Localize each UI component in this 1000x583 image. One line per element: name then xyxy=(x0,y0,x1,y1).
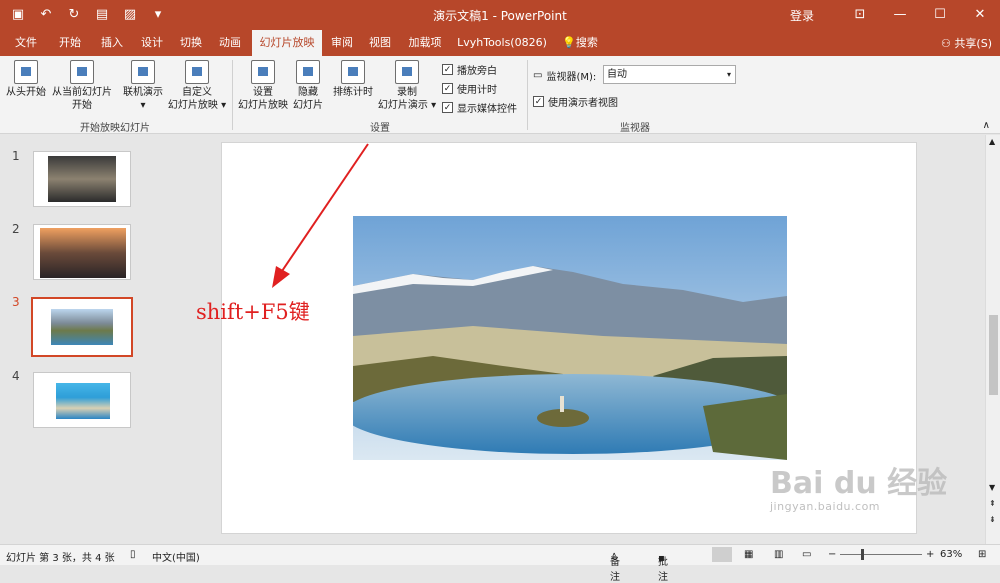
tab-home[interactable]: 开始 xyxy=(52,30,88,56)
chevron-down-icon: ▾ xyxy=(726,70,731,79)
scroll-down-icon[interactable]: ▼ xyxy=(989,483,995,492)
use-timings-checkbox[interactable]: ✓ 使用计时 xyxy=(442,81,497,96)
checkmark-icon: ✓ xyxy=(442,83,453,94)
tab-view[interactable]: 视图 xyxy=(364,30,396,56)
play-from-current-icon xyxy=(70,60,94,84)
thumbnail-image xyxy=(51,309,113,345)
thumbnail-image xyxy=(40,228,126,278)
play-narrations-checkbox[interactable]: ✓ 播放旁白 xyxy=(442,62,497,77)
zoom-in-button[interactable]: + xyxy=(926,549,934,560)
slide-thumbnail-3[interactable] xyxy=(31,297,133,357)
tab-transitions[interactable]: 切换 xyxy=(173,30,209,56)
annotation-text: shift+F5键 xyxy=(196,300,310,324)
group-divider xyxy=(527,60,528,130)
slide-number: 3 xyxy=(12,295,20,309)
tab-search[interactable]: 💡搜索 xyxy=(558,30,602,56)
person-icon: ⚇ xyxy=(941,37,951,50)
language-indicator[interactable]: 中文(中国) xyxy=(152,549,200,564)
zoom-slider-thumb[interactable] xyxy=(861,549,864,560)
group-divider xyxy=(232,60,233,130)
slide-thumbnail-1[interactable] xyxy=(33,151,131,207)
thumbnail-image xyxy=(56,383,110,419)
tab-slideshow[interactable]: 幻灯片放映 xyxy=(252,30,322,56)
scrollbar-thumb[interactable] xyxy=(989,315,998,395)
next-slide-icon[interactable]: ⇟ xyxy=(989,515,996,524)
presenter-view-checkbox[interactable]: ✓ 使用演示者视图 xyxy=(533,94,618,109)
ribbon-slideshow: 从头开始 从当前幻灯片 开始 联机演示 ▾ 自定义 幻灯片放映 ▾ 开始放映幻灯… xyxy=(0,56,1000,134)
from-current-button[interactable]: 从当前幻灯片 开始 xyxy=(50,60,114,112)
minimize-button[interactable]: — xyxy=(880,0,920,30)
record-slideshow-button[interactable]: 录制 幻灯片演示 ▾ xyxy=(376,60,438,112)
collapse-ribbon-icon[interactable]: ∧ xyxy=(983,120,990,131)
setup-slideshow-button[interactable]: 设置 幻灯片放映 xyxy=(236,60,290,112)
checkmark-icon: ✓ xyxy=(442,102,453,113)
login-link[interactable]: 登录 xyxy=(790,7,814,24)
slide-number: 1 xyxy=(12,149,20,163)
zoom-level[interactable]: 63% xyxy=(940,549,962,560)
hide-slide-button[interactable]: 隐藏 幻灯片 xyxy=(290,60,326,112)
tab-insert[interactable]: 插入 xyxy=(94,30,130,56)
tab-design[interactable]: 设计 xyxy=(134,30,170,56)
zoom-slider[interactable] xyxy=(840,554,922,555)
annotation-arrow xyxy=(272,143,369,288)
tab-lvyhtools[interactable]: LvyhTools(0826) xyxy=(456,30,548,56)
normal-view-button[interactable] xyxy=(712,547,732,562)
lightbulb-icon: 💡 xyxy=(562,36,576,49)
show-media-controls-checkbox[interactable]: ✓ 显示媒体控件 xyxy=(442,100,517,115)
ribbon-display-options-icon[interactable]: ⊡ xyxy=(840,0,880,30)
ribbon-tabs: 文件 开始 插入 设计 切换 动画 幻灯片放映 审阅 视图 加载项 LvyhTo… xyxy=(0,30,1000,56)
reading-view-icon[interactable]: ▥ xyxy=(774,549,783,560)
scroll-up-icon[interactable]: ▲ xyxy=(989,137,995,146)
spellcheck-icon[interactable]: ▯ xyxy=(130,549,136,560)
vertical-scrollbar[interactable]: ▲ ▼ ⇞ ⇟ xyxy=(985,135,1000,544)
slide-number: 4 xyxy=(12,369,20,383)
clock-icon xyxy=(341,60,365,84)
present-online-button[interactable]: 联机演示 ▾ xyxy=(120,60,166,112)
slideshow-view-icon[interactable]: ▭ xyxy=(802,549,811,560)
slide-picture[interactable] xyxy=(353,216,787,460)
from-beginning-button[interactable]: 从头开始 xyxy=(3,60,49,99)
slide-thumbnail-2[interactable] xyxy=(33,224,131,280)
tab-addins[interactable]: 加载项 xyxy=(404,30,446,56)
slide-thumbnails-pane: 1 2 3 4 xyxy=(0,135,153,544)
setup-icon xyxy=(251,60,275,84)
slide-number: 2 xyxy=(12,222,20,236)
baidu-watermark: Bai du 经验 jingyan.baidu.com xyxy=(770,466,948,513)
share-button[interactable]: ⚇ 共享(S) xyxy=(941,35,992,51)
monitor-icon: ▭ xyxy=(533,70,543,81)
monitor-select[interactable]: 自动 ▾ xyxy=(603,65,736,84)
checkmark-icon: ✓ xyxy=(533,96,544,107)
close-button[interactable]: ✕ xyxy=(960,0,1000,30)
group-label-monitor: 监视器 xyxy=(620,123,650,134)
custom-show-icon xyxy=(185,60,209,84)
fit-to-window-icon[interactable]: ⊞ xyxy=(978,549,986,560)
monitor-label: ▭ 监视器(M): xyxy=(533,70,597,83)
custom-slideshow-button[interactable]: 自定义 幻灯片放映 ▾ xyxy=(166,60,228,112)
record-icon xyxy=(395,60,419,84)
zoom-out-button[interactable]: − xyxy=(828,549,836,560)
play-from-start-icon xyxy=(14,60,38,84)
checkmark-icon: ✓ xyxy=(442,64,453,75)
tab-animations[interactable]: 动画 xyxy=(212,30,248,56)
previous-slide-icon[interactable]: ⇞ xyxy=(989,499,996,508)
tab-file[interactable]: 文件 xyxy=(8,30,44,56)
group-label-setup: 设置 xyxy=(370,123,390,134)
slide-sorter-icon[interactable]: ▦ xyxy=(744,549,753,560)
title-bar: ▣ ↶ ↻ ▤ ▨ ▾ 演示文稿1 - PowerPoint 登录 ⊡ — ☐ … xyxy=(0,0,1000,30)
slide-counter: 幻灯片 第 3 张，共 4 张 xyxy=(6,553,115,564)
maximize-button[interactable]: ☐ xyxy=(920,0,960,30)
slide-thumbnail-4[interactable] xyxy=(33,372,131,428)
status-bar: 幻灯片 第 3 张，共 4 张 ▯ 中文(中国) ≙ 备注 ▪ 批注 ▦ ▥ ▭… xyxy=(0,544,1000,583)
tab-review[interactable]: 审阅 xyxy=(326,30,358,56)
rehearse-timings-button[interactable]: 排练计时 xyxy=(330,60,376,99)
globe-icon xyxy=(131,60,155,84)
hide-slide-icon xyxy=(296,60,320,84)
group-label-start: 开始放映幻灯片 xyxy=(80,123,150,134)
thumbnail-image xyxy=(48,156,116,202)
